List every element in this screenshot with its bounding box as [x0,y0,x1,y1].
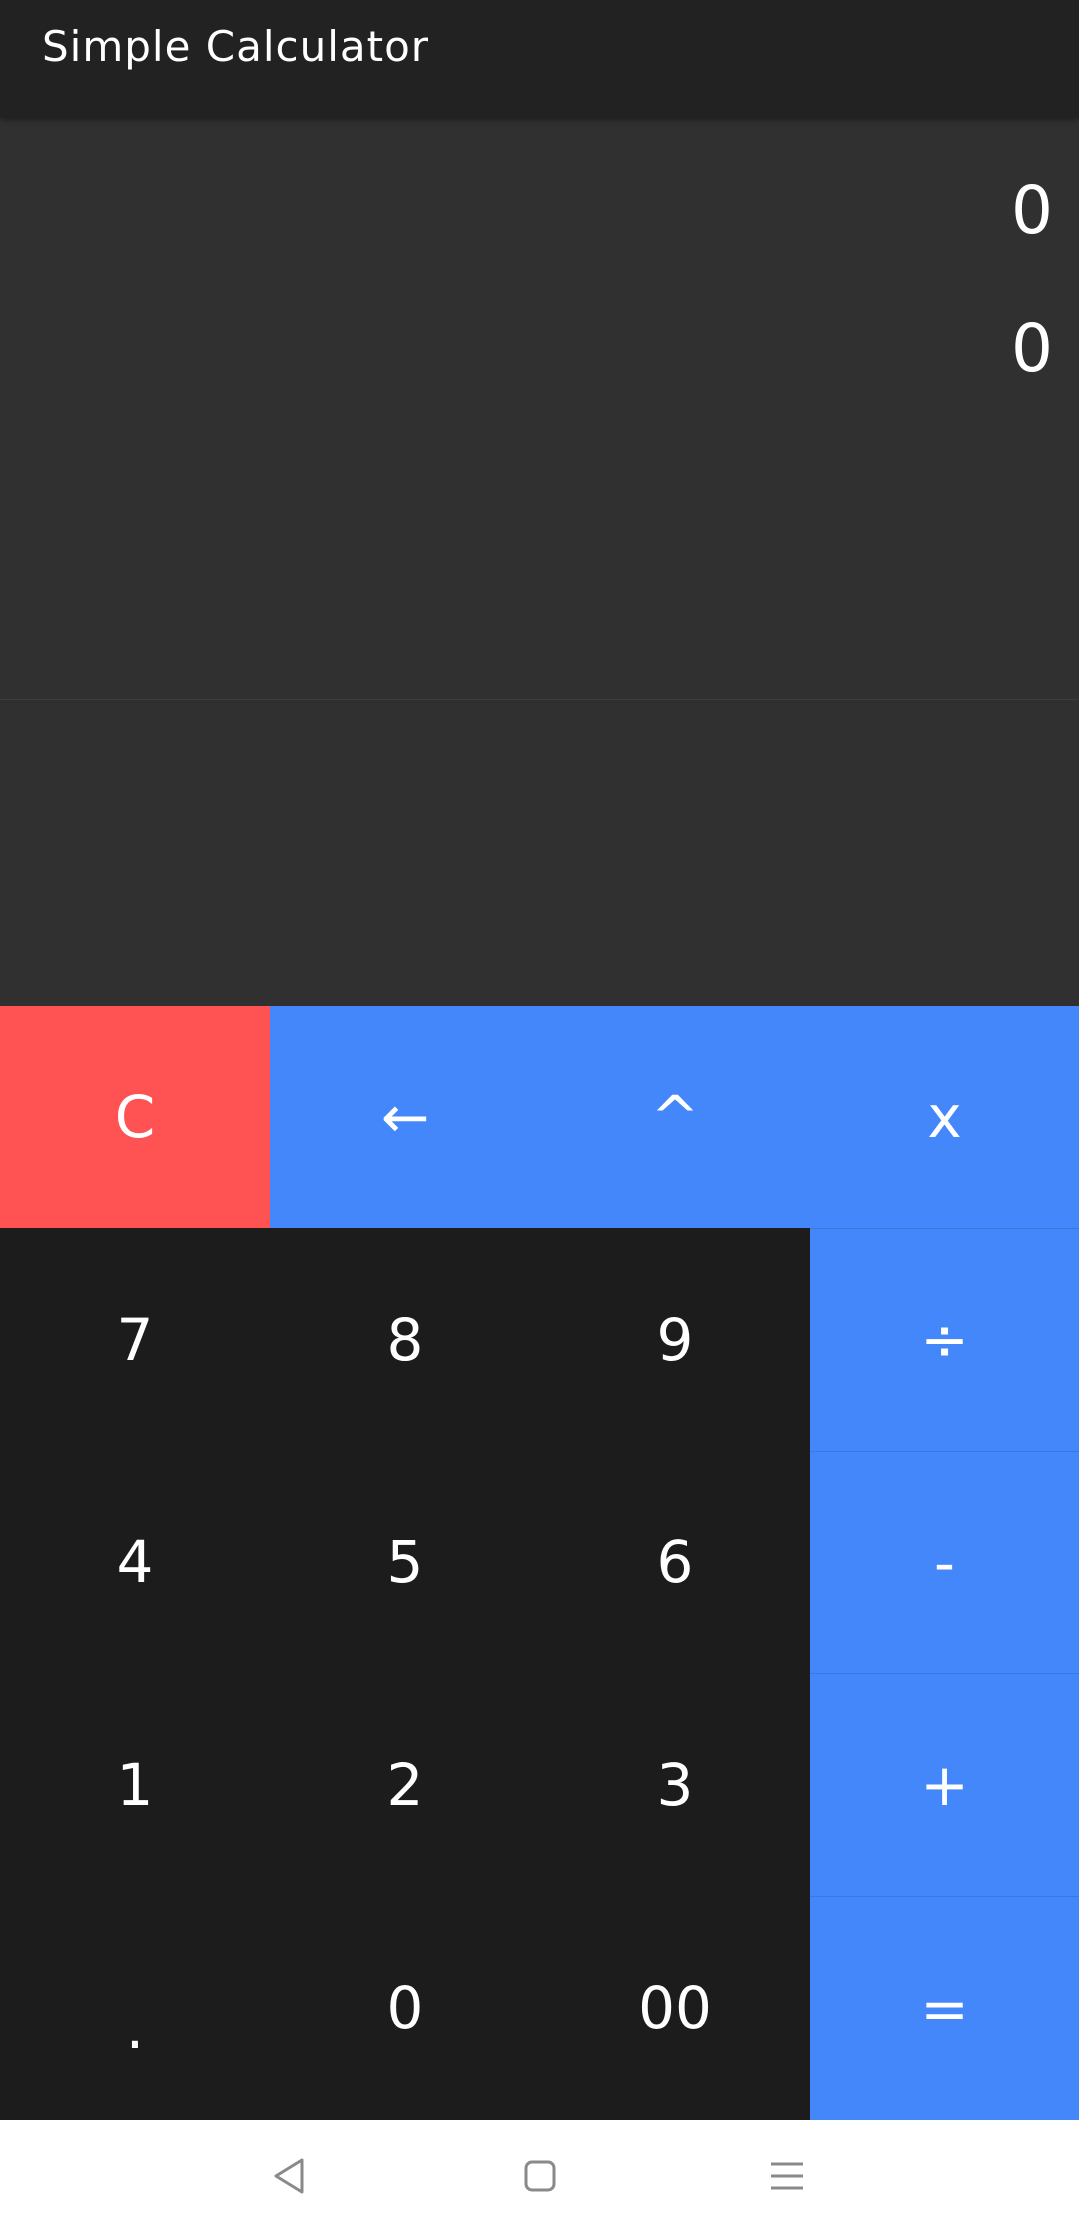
divide-button[interactable]: ÷ [810,1228,1079,1451]
digit-5-button[interactable]: 5 [270,1451,540,1673]
double-zero-button[interactable]: 00 [540,1896,810,2120]
digit-6-label: 6 [656,1528,694,1596]
digit-3-label: 3 [656,1750,694,1819]
home-square-icon[interactable] [508,2144,572,2208]
system-nav-bar [0,2120,1079,2233]
keypad: C ← ^ x 7 8 9 ÷ 4 5 6 - 1 2 3 + . 0 00 = [0,1006,1079,2120]
decimal-button[interactable]: . [0,1896,270,2120]
digit-5-label: 5 [386,1528,424,1596]
equals-button[interactable]: = [810,1896,1079,2120]
digit-1-button[interactable]: 1 [0,1673,270,1896]
back-triangle-icon[interactable] [258,2144,322,2208]
app-title: Simple Calculator [42,22,430,71]
digit-0-label: 0 [386,1974,424,2042]
digit-8-button[interactable]: 8 [270,1228,540,1451]
subtract-label: - [934,1528,955,1597]
digit-2-label: 2 [386,1750,424,1819]
multiply-label: x [927,1083,962,1151]
digit-4-button[interactable]: 4 [0,1451,270,1673]
digit-6-button[interactable]: 6 [540,1451,810,1673]
digit-3-button[interactable]: 3 [540,1673,810,1896]
digit-9-label: 9 [656,1305,694,1374]
add-label: + [920,1751,969,1819]
digit-7-label: 7 [116,1305,154,1374]
subtract-button[interactable]: - [810,1451,1079,1673]
digit-9-button[interactable]: 9 [540,1228,810,1451]
menu-lines-icon[interactable] [755,2144,819,2208]
digit-4-label: 4 [116,1528,154,1596]
power-button[interactable]: ^ [540,1006,810,1228]
add-button[interactable]: + [810,1673,1079,1896]
backspace-button[interactable]: ← [270,1006,540,1228]
clear-label: C [114,1083,156,1151]
multiply-button[interactable]: x [810,1006,1079,1228]
power-label: ^ [650,1083,700,1151]
calculator-display: 0 0 [0,118,1079,700]
result-display: 0 [1011,310,1053,387]
app-bar: Simple Calculator [0,0,1079,118]
digit-7-button[interactable]: 7 [0,1228,270,1451]
digit-2-button[interactable]: 2 [270,1673,540,1896]
expression-display: 0 [1011,172,1053,249]
double-zero-label: 00 [638,1974,712,2042]
digit-8-label: 8 [386,1305,424,1374]
history-area [0,700,1079,1006]
divide-label: ÷ [920,1306,969,1374]
equals-label: = [920,1974,969,2043]
backspace-icon: ← [380,1083,430,1151]
clear-button[interactable]: C [0,1006,270,1228]
digit-0-button[interactable]: 0 [270,1896,540,2120]
decimal-label: . [125,1994,145,2062]
digit-1-label: 1 [116,1750,154,1819]
